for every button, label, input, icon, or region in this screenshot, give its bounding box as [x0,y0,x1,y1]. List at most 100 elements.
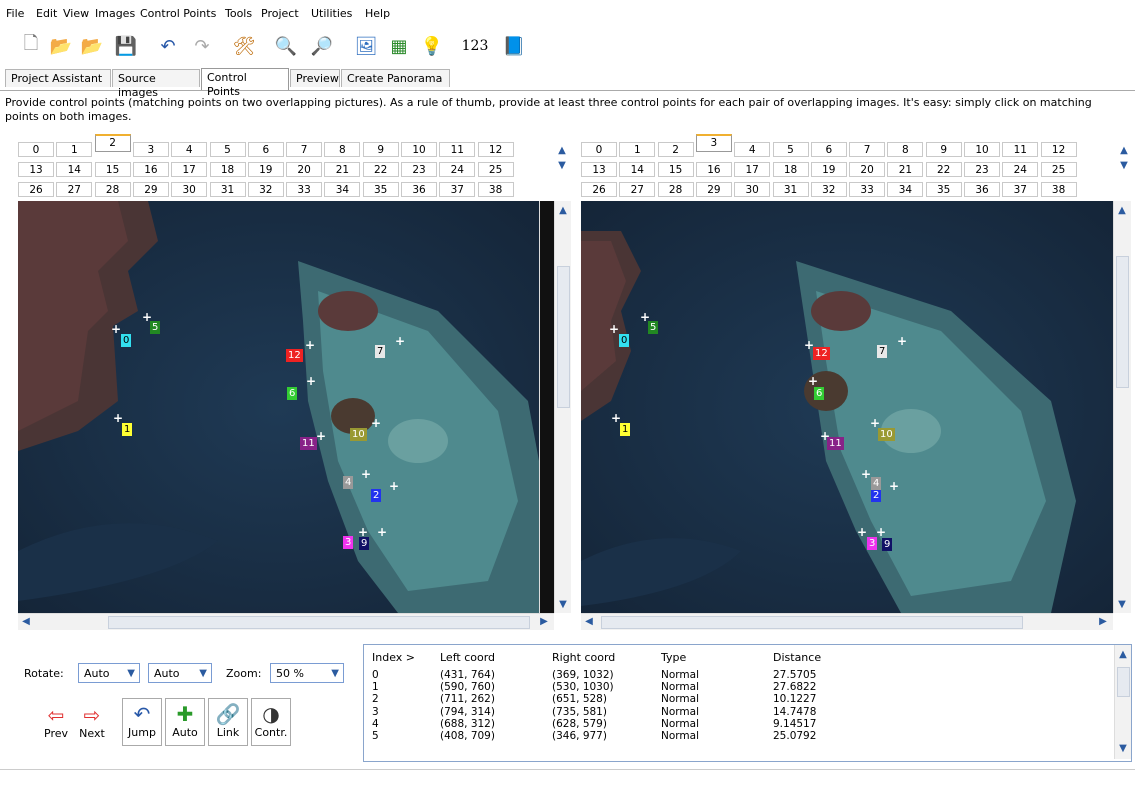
left-image-number-0[interactable]: 0 [18,142,54,157]
left-image-number-32[interactable]: 32 [247,182,284,197]
left-image-number-20[interactable]: 20 [286,162,323,177]
left-control-point-3[interactable]: 3 [343,536,354,549]
left-image-number-19[interactable]: 19 [247,162,284,177]
scroll-left-icon[interactable]: ◀ [18,614,34,630]
scroll-up-icon[interactable]: ▲ [555,203,571,219]
right-cp-crosshair-icon[interactable]: + [889,480,899,492]
right-image-number-30[interactable]: 30 [734,182,771,197]
right-image-number-33[interactable]: 33 [849,182,886,197]
scroll-up-icon[interactable]: ▲ [1114,203,1130,219]
left-image-number-2[interactable]: 2 [94,134,131,152]
left-cp-crosshair-icon[interactable]: + [111,323,121,335]
tab-control-points[interactable]: Control Points [201,68,289,98]
col-header-index[interactable]: Index > [372,651,415,664]
right-image-hscrollbar[interactable]: ◀ ▶ [581,613,1113,630]
right-image-number-3[interactable]: 3 [695,134,732,152]
right-image-view[interactable] [581,201,1113,613]
right-cp-crosshair-icon[interactable]: + [870,417,880,429]
right-control-point-12[interactable]: 12 [813,347,830,360]
menu-control-points[interactable]: Control Points [140,7,216,20]
left-control-point-0[interactable]: 0 [121,334,132,347]
right-hscroll-thumb[interactable] [601,616,1023,629]
left-cp-crosshair-icon[interactable]: + [306,375,316,387]
contrast-button[interactable]: ◑ Contr. [251,698,291,746]
right-cp-crosshair-icon[interactable]: + [808,375,818,387]
left-control-point-6[interactable]: 6 [287,387,298,400]
left-image-number-14[interactable]: 14 [56,162,93,177]
left-control-point-1[interactable]: 1 [122,423,133,436]
next-button[interactable]: ⇨ Next [72,703,112,740]
left-control-point-9[interactable]: 9 [359,537,370,550]
right-image-number-8[interactable]: 8 [887,142,924,157]
col-header-right-coord[interactable]: Right coord [552,651,615,664]
auto-button[interactable]: ✚ Auto [165,698,205,746]
left-image-number-9[interactable]: 9 [362,142,399,157]
menu-tools[interactable]: Tools [225,7,252,20]
right-image-number-5[interactable]: 5 [772,142,809,157]
left-image-number-37[interactable]: 37 [439,182,476,197]
tab-create-panorama[interactable]: Create Panorama [341,69,450,87]
right-control-point-2[interactable]: 2 [871,489,882,502]
left-vscroll-thumb[interactable] [557,266,570,408]
right-control-point-9[interactable]: 9 [882,538,893,551]
left-image-number-25[interactable]: 25 [477,162,514,177]
left-image-number-12[interactable]: 12 [477,142,514,157]
left-image-number-4[interactable]: 4 [171,142,208,157]
table-row[interactable]: 3 (794, 314) (735, 581) Normal 14.7478 [364,706,1104,718]
right-image-number-25[interactable]: 25 [1040,162,1077,177]
left-image-number-3[interactable]: 3 [132,142,169,157]
new-document-icon[interactable]: 🗋 [19,33,43,58]
right-image-number-38[interactable]: 38 [1040,182,1077,197]
menu-file[interactable]: File [6,7,24,20]
scroll-left-icon[interactable]: ◀ [581,614,597,630]
link-button[interactable]: 🔗 Link [208,698,248,746]
right-image-number-18[interactable]: 18 [772,162,809,177]
right-image-number-26[interactable]: 26 [581,182,617,197]
left-cp-crosshair-icon[interactable]: + [377,526,387,538]
left-grid-up-icon[interactable]: ▲ [554,143,570,159]
left-image-number-11[interactable]: 11 [439,142,476,157]
right-image-number-11[interactable]: 11 [1002,142,1039,157]
left-cp-crosshair-icon[interactable]: + [361,468,371,480]
right-image-number-6[interactable]: 6 [810,142,847,157]
right-image-number-29[interactable]: 29 [695,182,732,197]
left-cp-crosshair-icon[interactable]: + [316,430,326,442]
left-image-number-36[interactable]: 36 [401,182,437,197]
left-image-number-7[interactable]: 7 [286,142,323,157]
right-image-number-32[interactable]: 32 [810,182,847,197]
right-image-number-2[interactable]: 2 [657,142,694,157]
right-image-number-17[interactable]: 17 [734,162,771,177]
right-image-number-1[interactable]: 1 [619,142,656,157]
table-vscrollbar[interactable]: ▲ ▼ [1114,645,1131,759]
right-cp-crosshair-icon[interactable]: + [857,526,867,538]
menu-project[interactable]: Project [261,7,299,20]
right-image-number-21[interactable]: 21 [887,162,924,177]
table-vscroll-thumb[interactable] [1117,667,1130,697]
tab-project-assistant[interactable]: Project Assistant [5,69,111,87]
right-control-point-10[interactable]: 10 [878,428,895,441]
right-image-number-36[interactable]: 36 [964,182,1000,197]
right-image-number-16[interactable]: 16 [695,162,732,177]
left-image-number-33[interactable]: 33 [286,182,323,197]
left-image-number-34[interactable]: 34 [324,182,361,197]
tab-source-images[interactable]: Source images [112,69,200,99]
table-icon[interactable]: ▦ [387,34,411,58]
right-image-number-24[interactable]: 24 [1002,162,1039,177]
right-image-number-37[interactable]: 37 [1002,182,1039,197]
right-image-number-14[interactable]: 14 [619,162,656,177]
right-image-number-0[interactable]: 0 [581,142,617,157]
left-cp-crosshair-icon[interactable]: + [395,335,405,347]
right-image-number-27[interactable]: 27 [619,182,656,197]
rotate-right-select[interactable]: Auto ▼ [148,663,212,683]
right-control-point-1[interactable]: 1 [620,423,631,436]
left-image-vscrollbar[interactable]: ▲ ▼ [554,201,571,613]
control-points-table[interactable]: Index > Left coord Right coord Type Dist… [363,644,1132,762]
preferences-icon[interactable]: 🛠 [232,34,256,58]
right-image-number-12[interactable]: 12 [1040,142,1077,157]
left-grid-down-icon[interactable]: ▼ [554,158,570,174]
right-image-number-35[interactable]: 35 [925,182,962,197]
left-control-point-10[interactable]: 10 [350,428,367,441]
right-control-point-4[interactable]: 4 [871,477,882,490]
right-cp-crosshair-icon[interactable]: + [640,311,650,323]
right-image-vscrollbar[interactable]: ▲ ▼ [1113,201,1131,613]
